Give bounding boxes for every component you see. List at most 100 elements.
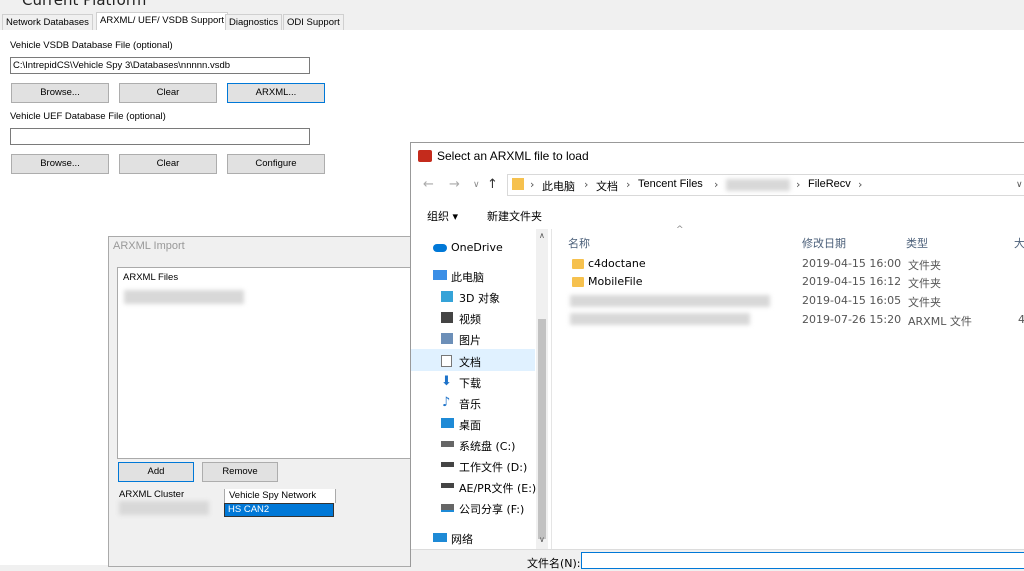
nav-drive-e[interactable]: AE/PR文件 (E:)	[459, 480, 536, 496]
file-name[interactable]: c4doctane	[588, 257, 646, 270]
blurred-cluster-entry	[119, 501, 209, 515]
music-icon: ♪	[442, 395, 451, 410]
drive-icon	[441, 462, 454, 467]
network-select[interactable]: HS CAN2	[224, 503, 334, 517]
file-open-dialog: Select an ARXML file to load ← → ∨ ↑ › 此…	[410, 142, 1024, 570]
folder-icon	[572, 259, 584, 269]
address-dropdown-icon[interactable]: ∨	[1016, 180, 1023, 190]
file-date: 2019-04-15 16:05	[802, 294, 902, 307]
network-drive-icon	[441, 504, 454, 512]
nav-downloads[interactable]: 下载	[459, 375, 481, 391]
nav-3d-objects[interactable]: 3D 对象	[459, 290, 500, 306]
crumb-filerecv[interactable]: FileRecv	[808, 178, 851, 190]
nav-music[interactable]: 音乐	[459, 396, 481, 412]
nav-drive-f[interactable]: 公司分享 (F:)	[459, 501, 524, 517]
nav-onedrive[interactable]: OneDrive	[451, 241, 503, 254]
col-vehicle-spy-network: Vehicle Spy Network	[229, 490, 317, 501]
computer-icon	[433, 270, 447, 280]
nav-this-pc[interactable]: 此电脑	[451, 269, 484, 285]
scroll-up-icon[interactable]: ∧	[539, 231, 545, 240]
uef-label: Vehicle UEF Database File (optional)	[10, 111, 166, 122]
uef-clear-button[interactable]: Clear	[119, 154, 217, 174]
uef-path-field[interactable]	[10, 128, 310, 145]
command-bar: 组织 ▾ 新建文件夹	[411, 201, 1024, 229]
organize-menu[interactable]: 组织 ▾	[427, 208, 458, 224]
video-icon	[441, 312, 453, 323]
scroll-down-icon[interactable]: ∨	[539, 535, 545, 544]
arxml-files-list[interactable]: ARXML Files	[117, 267, 423, 459]
filename-input[interactable]	[581, 552, 1024, 569]
filename-row: 文件名(N):	[411, 549, 1024, 570]
add-button[interactable]: Add	[118, 462, 194, 482]
new-folder-button[interactable]: 新建文件夹	[487, 208, 542, 224]
filename-label: 文件名(N):	[527, 557, 581, 570]
file-type: 文件夹	[908, 277, 941, 290]
folder-icon	[572, 277, 584, 287]
nav-videos[interactable]: 视频	[459, 311, 481, 327]
network-value: HS CAN2	[228, 504, 270, 515]
cube-icon	[441, 291, 453, 302]
address-bar-row: ← → ∨ ↑ › 此电脑 › 文档 › Tencent Files › › F…	[411, 171, 1024, 199]
remove-button[interactable]: Remove	[202, 462, 278, 482]
col-type[interactable]: 类型	[906, 235, 928, 251]
nav-documents[interactable]: 文档	[459, 354, 481, 370]
breadcrumb-separator: ›	[714, 178, 719, 191]
tab-odi-support[interactable]: ODI Support	[283, 14, 344, 31]
tab-network-databases[interactable]: Network Databases	[2, 14, 93, 31]
nav-scroll-thumb[interactable]	[538, 319, 546, 539]
tab-strip: Network Databases ARXML/ UEF/ VSDB Suppo…	[0, 12, 1024, 32]
breadcrumb[interactable]: › 此电脑 › 文档 › Tencent Files › › FileRecv …	[507, 174, 1024, 196]
crumb-tencent-files[interactable]: Tencent Files	[638, 178, 703, 190]
forward-arrow-icon[interactable]: →	[449, 177, 460, 192]
nav-drive-c[interactable]: 系统盘 (C:)	[459, 438, 515, 454]
file-type: 文件夹	[908, 259, 941, 272]
uef-configure-button[interactable]: Configure	[227, 154, 325, 174]
nav-drive-d[interactable]: 工作文件 (D:)	[459, 459, 527, 475]
drive-icon	[441, 441, 454, 447]
tab-arxml-uef-vsdb[interactable]: ARXML/ UEF/ VSDB Support	[96, 12, 229, 32]
arxml-button[interactable]: ARXML...	[227, 83, 325, 103]
up-arrow-icon[interactable]: ↑	[487, 177, 498, 192]
desktop-icon	[441, 418, 454, 428]
nav-desktop[interactable]: 桌面	[459, 417, 481, 433]
back-arrow-icon[interactable]: ←	[423, 177, 434, 192]
arxml-import-title: ARXML Import	[113, 240, 185, 252]
document-icon	[441, 355, 452, 367]
crumb-documents[interactable]: 文档	[596, 178, 618, 194]
sort-ascending-icon: ^	[676, 225, 684, 235]
navigation-pane: ∧ ∨ OneDrive 此电脑 3D 对象 视频 图片 文档 ⬇ 下载 ♪ 音…	[411, 229, 551, 549]
vsdb-path-field[interactable]: C:\IntrepidCS\Vehicle Spy 3\Databases\nn…	[10, 57, 310, 74]
blurred-file-name[interactable]	[570, 295, 770, 307]
col-name[interactable]: 名称	[568, 235, 590, 251]
breadcrumb-separator: ›	[626, 178, 631, 191]
breadcrumb-separator: ›	[858, 178, 863, 191]
dialog-titlebar[interactable]: Select an ARXML file to load	[411, 143, 1024, 171]
blurred-file-name[interactable]	[570, 313, 750, 325]
file-list[interactable]: ^ 名称 修改日期 类型 大 c4doctane 2019-04-15 16:0…	[551, 225, 1024, 549]
chevron-down-icon[interactable]: ∨	[473, 180, 480, 190]
vsdb-clear-button[interactable]: Clear	[119, 83, 217, 103]
breadcrumb-separator: ›	[796, 178, 801, 191]
uef-browse-button[interactable]: Browse...	[11, 154, 109, 174]
app-icon	[418, 150, 432, 162]
blurred-file-entry	[124, 290, 244, 304]
dialog-title: Select an ARXML file to load	[437, 149, 589, 163]
breadcrumb-separator: ›	[530, 178, 535, 191]
tab-diagnostics[interactable]: Diagnostics	[225, 14, 283, 31]
network-header-cell: Vehicle Spy Network	[224, 489, 336, 503]
vsdb-browse-button[interactable]: Browse...	[11, 83, 109, 103]
col-size[interactable]: 大	[1014, 235, 1024, 251]
nav-network[interactable]: 网络	[451, 531, 473, 547]
arxml-files-header: ARXML Files	[123, 272, 179, 283]
file-name[interactable]: MobileFile	[588, 275, 643, 288]
page-title: Current Platform	[22, 0, 147, 9]
cluster-table: ARXML Cluster Vehicle Spy Network HS CAN…	[115, 489, 336, 519]
col-date[interactable]: 修改日期	[802, 235, 846, 251]
file-type: 文件夹	[908, 296, 941, 309]
vsdb-label: Vehicle VSDB Database File (optional)	[10, 40, 173, 51]
breadcrumb-separator: ›	[584, 178, 589, 191]
nav-pictures[interactable]: 图片	[459, 332, 481, 348]
file-type: ARXML 文件	[908, 315, 972, 328]
file-date: 2019-04-15 16:00	[802, 257, 902, 270]
crumb-this-pc[interactable]: 此电脑	[542, 178, 575, 194]
